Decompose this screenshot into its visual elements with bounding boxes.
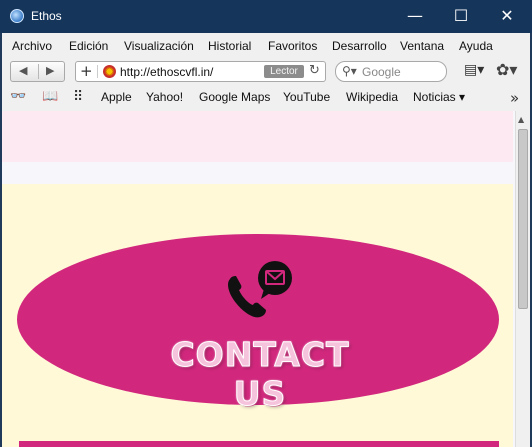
- search-input[interactable]: ⚲▾ Google: [335, 61, 447, 82]
- browser-chrome: Archivo Edición Visualización Historial …: [2, 33, 530, 111]
- settings-gear-icon[interactable]: ✿▾: [496, 60, 517, 79]
- close-button[interactable]: ✕: [487, 3, 527, 29]
- page-menu-icon[interactable]: ▤▾: [464, 62, 484, 78]
- phone-mail-icon: [228, 261, 292, 318]
- menu-favoritos[interactable]: Favoritos: [268, 39, 317, 53]
- reading-list-icon[interactable]: 👓: [10, 89, 26, 104]
- scroll-thumb[interactable]: [518, 129, 528, 309]
- menu-archivo[interactable]: Archivo: [12, 39, 52, 53]
- title-bar: Ethos — ☐ ✕: [0, 0, 532, 33]
- bookmark-apple[interactable]: Apple: [101, 90, 132, 104]
- web-viewport: CONTACT US ▲: [2, 111, 530, 447]
- site-favicon-icon: [103, 65, 116, 78]
- address-bar[interactable]: + http://ethoscvfl.in/ Lector ↻: [75, 61, 326, 82]
- add-bookmark-button[interactable]: +: [80, 62, 93, 81]
- menu-historial[interactable]: Historial: [208, 39, 251, 53]
- menu-visualizacion[interactable]: Visualización: [124, 39, 194, 53]
- bookmarks-book-icon[interactable]: 📖: [42, 89, 58, 104]
- nav-buttons: ◀ ▶: [10, 61, 65, 82]
- address-divider: [97, 65, 98, 78]
- menu-ayuda[interactable]: Ayuda: [459, 39, 493, 53]
- nav-divider: [38, 64, 39, 79]
- reader-button[interactable]: Lector: [264, 65, 304, 78]
- more-bookmarks-icon[interactable]: »: [510, 89, 519, 107]
- maximize-button[interactable]: ☐: [441, 3, 481, 29]
- back-button[interactable]: ◀: [19, 64, 27, 77]
- bottom-magenta-band: [19, 441, 499, 447]
- minimize-button[interactable]: —: [395, 3, 435, 29]
- bookmark-youtube[interactable]: YouTube: [283, 90, 330, 104]
- bookmark-yahoo[interactable]: Yahoo!: [146, 90, 183, 104]
- contact-us-heading: CONTACT US: [170, 335, 350, 414]
- menu-desarrollo[interactable]: Desarrollo: [332, 39, 387, 53]
- url-text[interactable]: http://ethoscvfl.in/: [120, 65, 213, 79]
- scroll-up-icon[interactable]: ▲: [518, 115, 524, 124]
- search-placeholder: Google: [362, 65, 401, 79]
- reload-icon[interactable]: ↻: [309, 63, 320, 78]
- page-content: CONTACT US: [2, 111, 515, 447]
- menu-bar: Archivo Edición Visualización Historial …: [2, 33, 530, 57]
- menu-ventana[interactable]: Ventana: [400, 39, 444, 53]
- menu-edicion[interactable]: Edición: [69, 39, 108, 53]
- pink-header-band: [2, 111, 513, 162]
- window-title: Ethos: [31, 9, 62, 23]
- forward-button[interactable]: ▶: [46, 64, 54, 77]
- bookmark-google-maps[interactable]: Google Maps: [199, 90, 270, 104]
- search-icon[interactable]: ⚲▾: [342, 64, 357, 78]
- top-sites-grid-icon[interactable]: ⠿: [73, 89, 83, 105]
- bookmark-noticias[interactable]: Noticias ▾: [413, 90, 465, 104]
- app-icon: [10, 9, 24, 23]
- bookmark-wikipedia[interactable]: Wikipedia: [346, 90, 398, 104]
- vertical-scrollbar[interactable]: ▲: [515, 111, 530, 447]
- toolbar: ◀ ▶ + http://ethoscvfl.in/ Lector ↻ ⚲▾ G…: [2, 57, 530, 85]
- bookmarks-bar: 👓 📖 ⠿ Apple Yahoo! Google Maps YouTube W…: [2, 85, 530, 109]
